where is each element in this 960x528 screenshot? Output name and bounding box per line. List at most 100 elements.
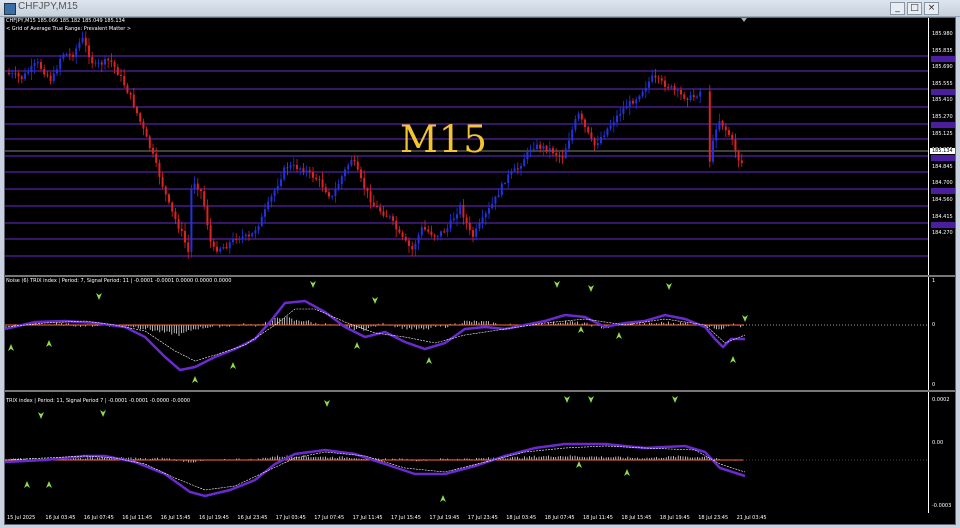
price-label: 185.410: [932, 97, 953, 104]
bearish-candle: [664, 80, 666, 87]
bearish-candle: [164, 186, 167, 195]
bullish-candle: [241, 236, 244, 239]
bearish-candle: [731, 134, 734, 140]
bearish-candle: [382, 211, 385, 216]
bearish-candle: [126, 85, 129, 93]
indicator1-axis[interactable]: 1 0 0: [928, 277, 955, 390]
chart-frame[interactable]: CHFJPY,M15 185.066 185.182 185.049 185.1…: [4, 17, 956, 525]
buy-arrow-icon: [46, 340, 52, 347]
time-label: 16 Jul 11:45: [122, 515, 153, 521]
close-button[interactable]: ×: [924, 2, 939, 15]
bullish-candle: [651, 75, 654, 82]
price-axis[interactable]: 185.980 185.835 185.690 185.555 185.410 185.2…: [928, 18, 955, 275]
bearish-candle: [680, 90, 682, 95]
indicator1-label: Noise (6) TRIX index | Period: 7, Signal…: [6, 278, 232, 284]
bullish-candle: [65, 54, 68, 56]
bullish-candle: [526, 151, 529, 160]
bearish-candle: [321, 179, 324, 188]
bearish-candle: [692, 95, 695, 98]
time-label: 17 Jul 23:45: [467, 515, 498, 521]
bullish-candle: [520, 165, 522, 169]
price-label: 184.700: [932, 180, 953, 187]
bullish-candle: [481, 217, 484, 224]
bullish-candle: [523, 159, 526, 166]
bearish-candle: [740, 160, 743, 164]
bearish-candle: [673, 86, 676, 91]
bullish-candle: [289, 165, 292, 168]
time-label: 21 Jul 03:45: [736, 515, 767, 521]
bearish-candle: [356, 161, 359, 170]
minimize-button[interactable]: _: [890, 2, 905, 15]
bullish-candle: [414, 243, 417, 250]
bullish-candle: [459, 204, 462, 215]
sell-arrow-icon: [310, 281, 316, 288]
bullish-candle: [420, 226, 423, 236]
price-label: 185.690: [932, 64, 953, 71]
bullish-candle: [440, 231, 442, 237]
bullish-candle: [251, 233, 254, 237]
buy-arrow-icon: [354, 342, 360, 349]
buy-arrow-icon: [426, 357, 432, 364]
bullish-candle: [452, 218, 455, 221]
bearish-candle: [404, 236, 407, 241]
price-label: 184.415: [932, 213, 953, 220]
bearish-candle: [545, 145, 548, 151]
price-label: 184.845: [932, 163, 953, 170]
bullish-candle: [612, 122, 615, 126]
bullish-candle: [606, 128, 609, 136]
grid-level-marker: [931, 88, 955, 95]
indicator1-pane[interactable]: Noise (6) TRIX index | Period: 7, Signal…: [5, 277, 929, 390]
bullish-candle: [59, 58, 62, 70]
buy-arrow-icon: [230, 362, 236, 369]
price-pane[interactable]: CHFJPY,M15 185.066 185.182 185.049 185.1…: [5, 18, 929, 275]
bullish-candle: [699, 91, 702, 97]
bullish-candle: [507, 174, 510, 183]
bearish-candle: [561, 156, 564, 158]
bearish-candle: [430, 231, 433, 236]
time-label: 15 Jul 2025: [7, 515, 36, 521]
time-label: 17 Jul 07:45: [314, 515, 345, 521]
bearish-candle: [462, 204, 465, 218]
time-label: 18 Jul 23:45: [698, 515, 729, 521]
sell-arrow-icon: [324, 400, 330, 407]
indicator2-pane[interactable]: TRIX index | Period: 11, Signal Period 7…: [5, 392, 929, 513]
bullish-candle: [273, 190, 276, 197]
bullish-candle: [641, 91, 644, 97]
bullish-candle: [628, 100, 631, 108]
bullish-candle: [446, 228, 449, 232]
bearish-candle: [148, 136, 151, 148]
indicator2-axis[interactable]: 0.0002 0.00 -0.0003: [928, 392, 955, 513]
bearish-candle: [49, 75, 52, 81]
bullish-candle: [504, 182, 506, 184]
bearish-candle: [465, 217, 468, 224]
bearish-candle: [110, 60, 113, 62]
bearish-candle: [142, 121, 145, 129]
buy-arrow-icon: [730, 356, 736, 363]
bullish-candle: [260, 216, 263, 227]
bullish-candle: [635, 99, 638, 104]
bearish-candle: [43, 68, 46, 75]
bearish-candle: [136, 106, 138, 114]
bullish-candle: [350, 160, 353, 166]
bullish-candle: [510, 171, 513, 175]
bearish-candle: [734, 139, 737, 152]
bullish-candle: [270, 196, 273, 202]
maximize-button[interactable]: □: [907, 2, 922, 15]
bullish-candle: [331, 196, 334, 198]
price-label: 185.125: [932, 130, 953, 137]
bearish-candle: [40, 62, 42, 69]
bearish-candle: [132, 94, 135, 107]
bullish-candle: [347, 165, 350, 170]
time-label: 16 Jul 07:45: [83, 515, 114, 521]
bullish-candle: [568, 140, 570, 149]
bullish-candle: [52, 73, 55, 81]
bearish-candle: [68, 54, 71, 56]
bullish-candle: [97, 62, 100, 64]
trix-chart[interactable]: [5, 392, 929, 513]
bullish-candle: [56, 69, 58, 74]
sell-arrow-icon: [100, 410, 106, 417]
indicator1-scale-bottom: 0: [932, 382, 936, 388]
bearish-candle: [721, 121, 724, 127]
noise-trix-chart[interactable]: [5, 277, 929, 390]
sell-arrow-icon: [588, 396, 594, 403]
